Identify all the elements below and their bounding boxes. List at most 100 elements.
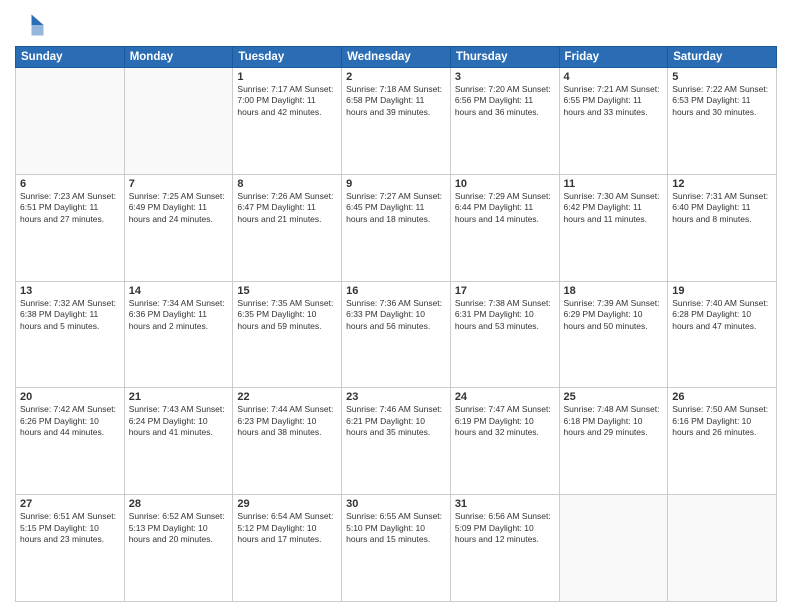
calendar-cell — [668, 495, 777, 602]
weekday-header-monday: Monday — [124, 47, 233, 68]
day-info: Sunrise: 7:31 AM Sunset: 6:40 PM Dayligh… — [672, 191, 772, 225]
day-number: 5 — [672, 71, 772, 83]
calendar-cell: 4Sunrise: 7:21 AM Sunset: 6:55 PM Daylig… — [559, 68, 668, 175]
day-number: 15 — [237, 285, 337, 297]
day-number: 23 — [346, 391, 446, 403]
calendar-cell: 25Sunrise: 7:48 AM Sunset: 6:18 PM Dayli… — [559, 388, 668, 495]
calendar-cell — [559, 495, 668, 602]
day-number: 9 — [346, 178, 446, 190]
day-number: 3 — [455, 71, 555, 83]
day-number: 1 — [237, 71, 337, 83]
day-number: 22 — [237, 391, 337, 403]
weekday-header-tuesday: Tuesday — [233, 47, 342, 68]
calendar-cell: 17Sunrise: 7:38 AM Sunset: 6:31 PM Dayli… — [450, 281, 559, 388]
day-info: Sunrise: 7:20 AM Sunset: 6:56 PM Dayligh… — [455, 84, 555, 118]
calendar-cell: 7Sunrise: 7:25 AM Sunset: 6:49 PM Daylig… — [124, 174, 233, 281]
day-info: Sunrise: 7:34 AM Sunset: 6:36 PM Dayligh… — [129, 298, 229, 332]
calendar-cell: 28Sunrise: 6:52 AM Sunset: 5:13 PM Dayli… — [124, 495, 233, 602]
day-info: Sunrise: 7:21 AM Sunset: 6:55 PM Dayligh… — [564, 84, 664, 118]
day-info: Sunrise: 7:40 AM Sunset: 6:28 PM Dayligh… — [672, 298, 772, 332]
day-info: Sunrise: 7:22 AM Sunset: 6:53 PM Dayligh… — [672, 84, 772, 118]
week-row-4: 20Sunrise: 7:42 AM Sunset: 6:26 PM Dayli… — [16, 388, 777, 495]
day-info: Sunrise: 7:44 AM Sunset: 6:23 PM Dayligh… — [237, 404, 337, 438]
day-number: 18 — [564, 285, 664, 297]
calendar-cell: 30Sunrise: 6:55 AM Sunset: 5:10 PM Dayli… — [342, 495, 451, 602]
day-info: Sunrise: 7:46 AM Sunset: 6:21 PM Dayligh… — [346, 404, 446, 438]
calendar-cell: 9Sunrise: 7:27 AM Sunset: 6:45 PM Daylig… — [342, 174, 451, 281]
calendar-cell: 13Sunrise: 7:32 AM Sunset: 6:38 PM Dayli… — [16, 281, 125, 388]
day-info: Sunrise: 6:54 AM Sunset: 5:12 PM Dayligh… — [237, 511, 337, 545]
day-number: 20 — [20, 391, 120, 403]
day-number: 26 — [672, 391, 772, 403]
week-row-5: 27Sunrise: 6:51 AM Sunset: 5:15 PM Dayli… — [16, 495, 777, 602]
day-info: Sunrise: 7:43 AM Sunset: 6:24 PM Dayligh… — [129, 404, 229, 438]
calendar-cell: 15Sunrise: 7:35 AM Sunset: 6:35 PM Dayli… — [233, 281, 342, 388]
calendar: SundayMondayTuesdayWednesdayThursdayFrid… — [15, 46, 777, 602]
calendar-cell: 8Sunrise: 7:26 AM Sunset: 6:47 PM Daylig… — [233, 174, 342, 281]
calendar-cell: 6Sunrise: 7:23 AM Sunset: 6:51 PM Daylig… — [16, 174, 125, 281]
day-number: 17 — [455, 285, 555, 297]
day-info: Sunrise: 7:48 AM Sunset: 6:18 PM Dayligh… — [564, 404, 664, 438]
day-info: Sunrise: 6:51 AM Sunset: 5:15 PM Dayligh… — [20, 511, 120, 545]
weekday-header-row: SundayMondayTuesdayWednesdayThursdayFrid… — [16, 47, 777, 68]
calendar-cell: 26Sunrise: 7:50 AM Sunset: 6:16 PM Dayli… — [668, 388, 777, 495]
calendar-cell: 29Sunrise: 6:54 AM Sunset: 5:12 PM Dayli… — [233, 495, 342, 602]
day-number: 14 — [129, 285, 229, 297]
day-info: Sunrise: 7:17 AM Sunset: 7:00 PM Dayligh… — [237, 84, 337, 118]
day-info: Sunrise: 7:25 AM Sunset: 6:49 PM Dayligh… — [129, 191, 229, 225]
calendar-cell — [124, 68, 233, 175]
logo-icon — [15, 10, 45, 40]
day-info: Sunrise: 6:52 AM Sunset: 5:13 PM Dayligh… — [129, 511, 229, 545]
day-number: 2 — [346, 71, 446, 83]
calendar-cell: 16Sunrise: 7:36 AM Sunset: 6:33 PM Dayli… — [342, 281, 451, 388]
day-number: 21 — [129, 391, 229, 403]
week-row-2: 6Sunrise: 7:23 AM Sunset: 6:51 PM Daylig… — [16, 174, 777, 281]
day-info: Sunrise: 7:50 AM Sunset: 6:16 PM Dayligh… — [672, 404, 772, 438]
calendar-cell: 11Sunrise: 7:30 AM Sunset: 6:42 PM Dayli… — [559, 174, 668, 281]
day-info: Sunrise: 7:26 AM Sunset: 6:47 PM Dayligh… — [237, 191, 337, 225]
weekday-header-friday: Friday — [559, 47, 668, 68]
day-number: 19 — [672, 285, 772, 297]
day-info: Sunrise: 7:38 AM Sunset: 6:31 PM Dayligh… — [455, 298, 555, 332]
calendar-cell: 18Sunrise: 7:39 AM Sunset: 6:29 PM Dayli… — [559, 281, 668, 388]
calendar-cell: 24Sunrise: 7:47 AM Sunset: 6:19 PM Dayli… — [450, 388, 559, 495]
day-number: 8 — [237, 178, 337, 190]
day-info: Sunrise: 7:30 AM Sunset: 6:42 PM Dayligh… — [564, 191, 664, 225]
calendar-cell: 2Sunrise: 7:18 AM Sunset: 6:58 PM Daylig… — [342, 68, 451, 175]
day-number: 11 — [564, 178, 664, 190]
weekday-header-sunday: Sunday — [16, 47, 125, 68]
calendar-cell: 14Sunrise: 7:34 AM Sunset: 6:36 PM Dayli… — [124, 281, 233, 388]
day-number: 29 — [237, 498, 337, 510]
day-info: Sunrise: 6:55 AM Sunset: 5:10 PM Dayligh… — [346, 511, 446, 545]
day-number: 28 — [129, 498, 229, 510]
calendar-cell: 21Sunrise: 7:43 AM Sunset: 6:24 PM Dayli… — [124, 388, 233, 495]
day-number: 16 — [346, 285, 446, 297]
day-number: 31 — [455, 498, 555, 510]
day-info: Sunrise: 7:32 AM Sunset: 6:38 PM Dayligh… — [20, 298, 120, 332]
day-info: Sunrise: 7:36 AM Sunset: 6:33 PM Dayligh… — [346, 298, 446, 332]
logo — [15, 10, 49, 40]
calendar-cell: 12Sunrise: 7:31 AM Sunset: 6:40 PM Dayli… — [668, 174, 777, 281]
page: SundayMondayTuesdayWednesdayThursdayFrid… — [0, 0, 792, 612]
day-info: Sunrise: 6:56 AM Sunset: 5:09 PM Dayligh… — [455, 511, 555, 545]
day-info: Sunrise: 7:18 AM Sunset: 6:58 PM Dayligh… — [346, 84, 446, 118]
calendar-cell — [16, 68, 125, 175]
day-info: Sunrise: 7:39 AM Sunset: 6:29 PM Dayligh… — [564, 298, 664, 332]
day-info: Sunrise: 7:27 AM Sunset: 6:45 PM Dayligh… — [346, 191, 446, 225]
day-number: 25 — [564, 391, 664, 403]
day-number: 4 — [564, 71, 664, 83]
day-number: 7 — [129, 178, 229, 190]
day-info: Sunrise: 7:29 AM Sunset: 6:44 PM Dayligh… — [455, 191, 555, 225]
calendar-cell: 10Sunrise: 7:29 AM Sunset: 6:44 PM Dayli… — [450, 174, 559, 281]
week-row-3: 13Sunrise: 7:32 AM Sunset: 6:38 PM Dayli… — [16, 281, 777, 388]
week-row-1: 1Sunrise: 7:17 AM Sunset: 7:00 PM Daylig… — [16, 68, 777, 175]
calendar-cell: 22Sunrise: 7:44 AM Sunset: 6:23 PM Dayli… — [233, 388, 342, 495]
day-number: 24 — [455, 391, 555, 403]
calendar-cell: 3Sunrise: 7:20 AM Sunset: 6:56 PM Daylig… — [450, 68, 559, 175]
day-info: Sunrise: 7:35 AM Sunset: 6:35 PM Dayligh… — [237, 298, 337, 332]
day-number: 13 — [20, 285, 120, 297]
header — [15, 10, 777, 40]
calendar-cell: 1Sunrise: 7:17 AM Sunset: 7:00 PM Daylig… — [233, 68, 342, 175]
weekday-header-saturday: Saturday — [668, 47, 777, 68]
day-info: Sunrise: 7:42 AM Sunset: 6:26 PM Dayligh… — [20, 404, 120, 438]
